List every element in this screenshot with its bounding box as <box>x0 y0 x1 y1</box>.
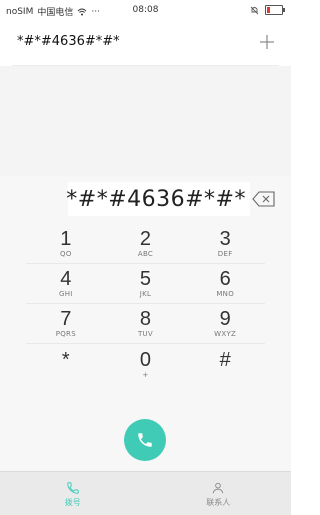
key-2[interactable]: 2 ABC <box>105 224 186 264</box>
status-time: 08:08 <box>132 5 159 15</box>
mute-icon <box>250 6 259 14</box>
key-9[interactable]: 9 WXYZ <box>185 304 265 344</box>
key-digit: 8 <box>139 308 152 330</box>
key-8[interactable]: 8 TUV <box>105 304 186 344</box>
key-0[interactable]: 0 + <box>106 344 186 384</box>
key-digit: 9 <box>219 308 231 330</box>
key-digit: 4 <box>60 268 72 290</box>
key-letters: TUV <box>137 330 154 338</box>
key-digit: 5 <box>139 268 152 290</box>
call-button[interactable] <box>124 419 166 461</box>
tab-dial-label: 拨号 <box>64 497 81 507</box>
display-number: *#*#4636#*#* <box>66 186 246 212</box>
key-digit: 7 <box>60 308 72 330</box>
results-area <box>0 66 291 176</box>
battery-level <box>267 7 270 13</box>
status-right <box>250 5 285 15</box>
key-letters: WXYZ <box>214 330 237 338</box>
key-letters: QO <box>60 250 72 258</box>
key-5[interactable]: 5 JKL <box>105 264 186 304</box>
contacts-icon <box>213 482 224 493</box>
key-digit: 0 <box>139 348 152 371</box>
key-hash[interactable]: # <box>185 344 265 384</box>
key-letters: JKL <box>139 290 152 298</box>
battery-icon <box>265 5 285 15</box>
key-letters: + <box>142 370 149 379</box>
key-3[interactable]: 3 DEF <box>185 224 265 264</box>
status-bar: noSIM 中国电信 ··· 08:08 <box>0 0 291 22</box>
key-7[interactable]: 7 PQRS <box>26 304 106 344</box>
key-digit: 1 <box>60 228 72 250</box>
tab-contacts-label: 联系人 <box>206 497 231 507</box>
key-6[interactable]: 6 MNO <box>185 264 265 304</box>
backspace-icon[interactable] <box>252 190 276 208</box>
header-number: *#*#4636#*#* <box>17 34 120 49</box>
tab-dial[interactable]: 拨号 <box>0 472 146 515</box>
key-letters: ABC <box>137 250 154 258</box>
plus-icon[interactable] <box>257 32 277 52</box>
bottom-nav: 拨号 联系人 <box>0 471 291 515</box>
number-display[interactable]: *#*#4636#*#* <box>66 182 250 216</box>
number-header: *#*#4636#*#* <box>0 22 291 66</box>
key-digit: 6 <box>219 268 231 290</box>
key-letters: MNO <box>216 290 234 298</box>
tab-contacts[interactable]: 联系人 <box>146 472 292 515</box>
key-digit: 3 <box>219 228 231 250</box>
dialer-screen: noSIM 中国电信 ··· 08:08 *#*#4636#*#* *#*#46… <box>0 0 291 515</box>
key-4[interactable]: 4 GHI <box>26 264 106 304</box>
key-digit: * <box>61 348 70 371</box>
key-star[interactable]: * <box>26 344 106 384</box>
key-1[interactable]: 1 QO <box>26 224 106 264</box>
dialpad: *#*#4636#*#* 1 QO 2 ABC 3 DEF 4 GHI 5 JK… <box>0 176 291 515</box>
keypad: 1 QO 2 ABC 3 DEF 4 GHI 5 JKL 6 MNO 7 PQR… <box>26 224 265 384</box>
key-digit: # <box>219 348 231 371</box>
phone-icon <box>138 433 152 447</box>
phone-icon <box>67 481 79 494</box>
key-letters: PQRS <box>55 330 76 338</box>
key-letters: DEF <box>217 250 233 258</box>
key-digit: 2 <box>139 228 152 250</box>
key-letters: GHI <box>59 290 73 298</box>
